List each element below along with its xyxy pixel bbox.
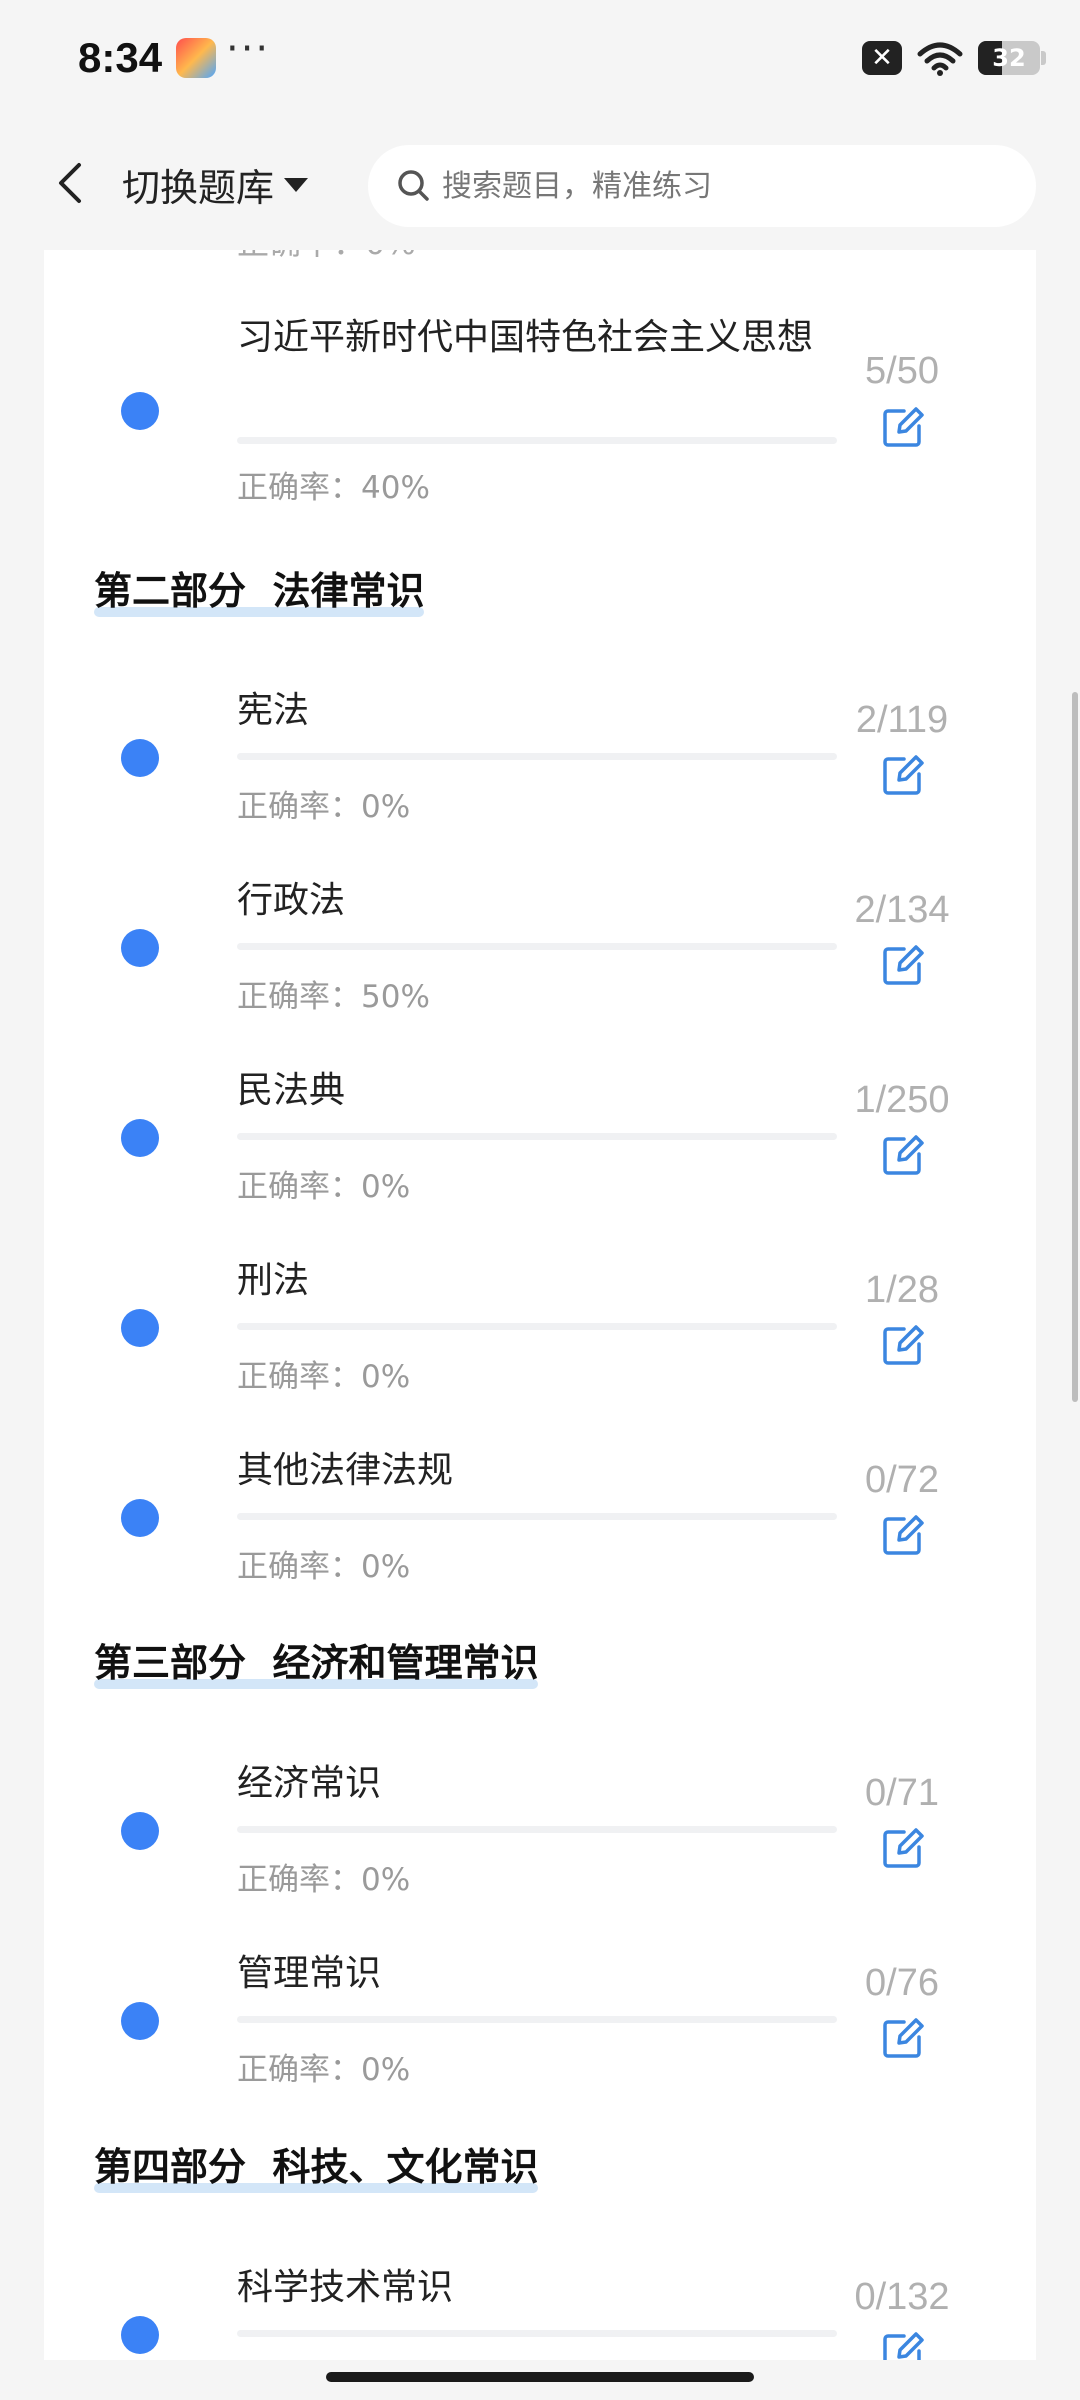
edit-icon[interactable] (880, 1825, 926, 1871)
caret-down-icon (284, 177, 309, 192)
progress-count: 0/76 (865, 1962, 939, 2004)
bullet-dot (121, 2316, 159, 2354)
progress-bar (237, 2016, 837, 2023)
chapter-title: 行政法 (237, 880, 346, 921)
progress-bar (237, 2330, 837, 2337)
battery-level: 32 (992, 44, 1026, 72)
switch-bank-button[interactable]: 切换题库 (122, 157, 309, 212)
search-bar[interactable] (368, 145, 1036, 227)
switch-bank-label: 切换题库 (122, 166, 275, 210)
progress-count: 0/72 (865, 1459, 939, 1501)
edit-icon[interactable] (880, 2015, 926, 2061)
bullet-dot (121, 929, 159, 967)
progress-count: 0/71 (865, 1772, 939, 1814)
edit-icon[interactable] (880, 2329, 926, 2360)
section-title: 第四部分 科技、文化常识 (94, 2145, 539, 2189)
bullet-dot (121, 739, 159, 777)
progress-count: 1/28 (865, 1269, 939, 1311)
edit-icon[interactable] (880, 942, 926, 988)
chapter-title: 习近平新时代中国特色社会主义思想 (237, 317, 814, 358)
close-icon: ✕ (862, 41, 902, 75)
chevron-left-icon (59, 163, 81, 203)
app-notification-icon (176, 38, 216, 78)
accuracy-label: 正确率：0% (237, 1169, 411, 1205)
more-notifications-icon: ··· (226, 26, 271, 72)
accuracy-label: 正确率：50% (237, 979, 430, 1015)
chapter-title: 经济常识 (237, 1763, 382, 1804)
accuracy-label: 正确率：40% (237, 470, 430, 506)
section-title: 第二部分 法律常识 (94, 569, 425, 613)
section-title: 第三部分 经济和管理常识 (94, 1641, 539, 1685)
battery-icon: 32 (978, 41, 1046, 75)
progress-bar (237, 1513, 837, 1520)
edit-icon[interactable] (880, 1322, 926, 1368)
chapter-title: 管理常识 (237, 1953, 382, 1994)
header: 切换题库 (0, 125, 1080, 250)
back-button[interactable] (40, 153, 100, 213)
progress-count: 1/250 (854, 1079, 950, 1121)
progress-bar (237, 1826, 837, 1833)
wifi-icon (917, 42, 963, 76)
bullet-dot (121, 2002, 159, 2040)
status-bar: 8:34 ··· ✕ 32 (0, 0, 1080, 125)
section-header: 第二部分 法律常识 (94, 560, 425, 617)
edit-icon[interactable] (880, 404, 926, 450)
accuracy-label: 正确率：0% (237, 1359, 411, 1395)
chapter-title: 科学技术常识 (237, 2267, 454, 2308)
bullet-dot (121, 1499, 159, 1537)
accuracy-label: 正确率：0% (237, 1862, 411, 1898)
accuracy-label: 正确率：0% (237, 789, 411, 825)
accuracy-label: 正确率：0% (237, 1549, 411, 1585)
section-header: 第四部分 科技、文化常识 (94, 2136, 539, 2193)
status-icons: ✕ 32 (862, 40, 1046, 76)
progress-bar (237, 753, 837, 760)
section-header: 第三部分 经济和管理常识 (94, 1632, 539, 1689)
progress-count: 5/50 (865, 350, 939, 392)
status-time: 8:34 (78, 34, 163, 81)
bullet-dot (121, 1812, 159, 1850)
search-input[interactable] (440, 167, 1004, 205)
bullet-dot (121, 392, 159, 430)
chapter-title: 其他法律法规 (237, 1450, 454, 1491)
progress-bar (237, 1133, 837, 1140)
scrollbar[interactable] (1072, 692, 1078, 1402)
progress-bar (237, 1323, 837, 1330)
chapter-title: 刑法 (237, 1260, 310, 1301)
bullet-dot (121, 1119, 159, 1157)
progress-count: 0/132 (854, 2276, 950, 2318)
question-bank-list: 正确率：0% 习近平新时代中国特色社会主义思想 正确率：40% 5/50 第二部… (44, 180, 1036, 2360)
progress-bar (237, 437, 837, 444)
progress-count: 2/134 (854, 889, 950, 931)
accuracy-label: 正确率：0% (237, 2052, 411, 2088)
bullet-dot (121, 1309, 159, 1347)
home-indicator[interactable] (326, 2372, 754, 2382)
progress-bar (237, 943, 837, 950)
progress-count: 2/119 (855, 699, 949, 741)
edit-icon[interactable] (880, 1132, 926, 1178)
edit-icon[interactable] (880, 752, 926, 798)
chapter-title: 宪法 (237, 690, 310, 731)
edit-icon[interactable] (880, 1512, 926, 1558)
search-icon (398, 170, 429, 201)
chapter-title: 民法典 (237, 1070, 346, 1111)
